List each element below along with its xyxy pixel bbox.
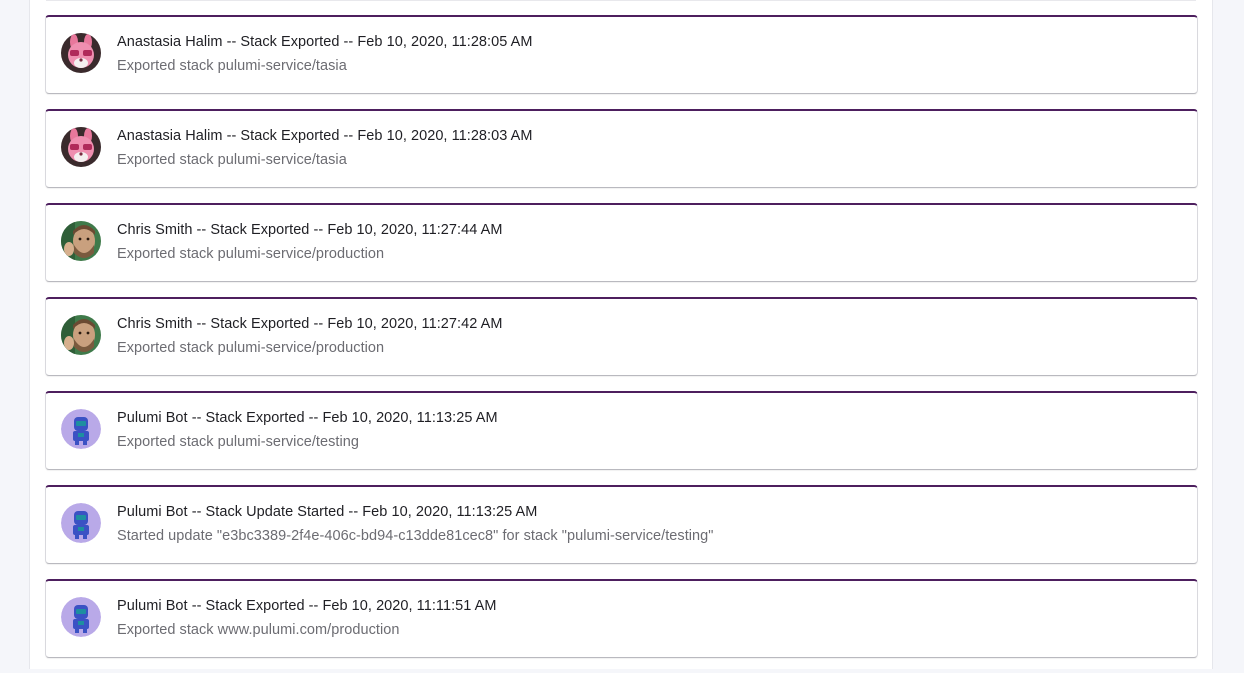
event-description: Exported stack pulumi-service/testing [117,434,360,450]
avatar-person-photo-icon [61,315,101,355]
event-title: Pulumi Bot -- Stack Exported -- Feb 10, … [117,598,497,614]
event-title: Chris Smith -- Stack Exported -- Feb 10,… [117,316,503,332]
event-card: Pulumi Bot -- Stack Exported -- Feb 10, … [45,579,1198,658]
divider [46,0,1196,1]
avatar-pink-bunny-icon [61,33,101,73]
event-card: Pulumi Bot -- Stack Update Started -- Fe… [45,485,1198,564]
event-description: Exported stack pulumi-service/tasia [117,152,347,168]
event-description: Exported stack www.pulumi.com/production [117,622,400,638]
avatar-person-photo-icon [61,221,101,261]
event-list: Anastasia Halim -- Stack Exported -- Feb… [45,15,1199,673]
event-card: Pulumi Bot -- Stack Exported -- Feb 10, … [45,391,1198,470]
event-card: Anastasia Halim -- Stack Exported -- Feb… [45,109,1198,188]
event-description: Exported stack pulumi-service/tasia [117,58,347,74]
event-title: Pulumi Bot -- Stack Update Started -- Fe… [117,504,538,520]
avatar-robot-icon [61,409,101,449]
event-card: Anastasia Halim -- Stack Exported -- Feb… [45,15,1198,94]
event-title: Anastasia Halim -- Stack Exported -- Feb… [117,128,533,144]
event-card: Chris Smith -- Stack Exported -- Feb 10,… [45,297,1198,376]
event-description: Started update "e3bc3389-2f4e-406c-bd94-… [117,528,714,544]
event-description: Exported stack pulumi-service/production [117,246,385,262]
event-description: Exported stack pulumi-service/production [117,340,385,356]
event-title: Pulumi Bot -- Stack Exported -- Feb 10, … [117,410,498,426]
avatar-robot-icon [61,503,101,543]
avatar-robot-icon [61,597,101,637]
avatar-pink-bunny-icon [61,127,101,167]
event-title: Anastasia Halim -- Stack Exported -- Feb… [117,34,533,50]
audit-log-panel: Anastasia Halim -- Stack Exported -- Feb… [29,0,1213,669]
event-title: Chris Smith -- Stack Exported -- Feb 10,… [117,222,503,238]
event-card: Chris Smith -- Stack Exported -- Feb 10,… [45,203,1198,282]
